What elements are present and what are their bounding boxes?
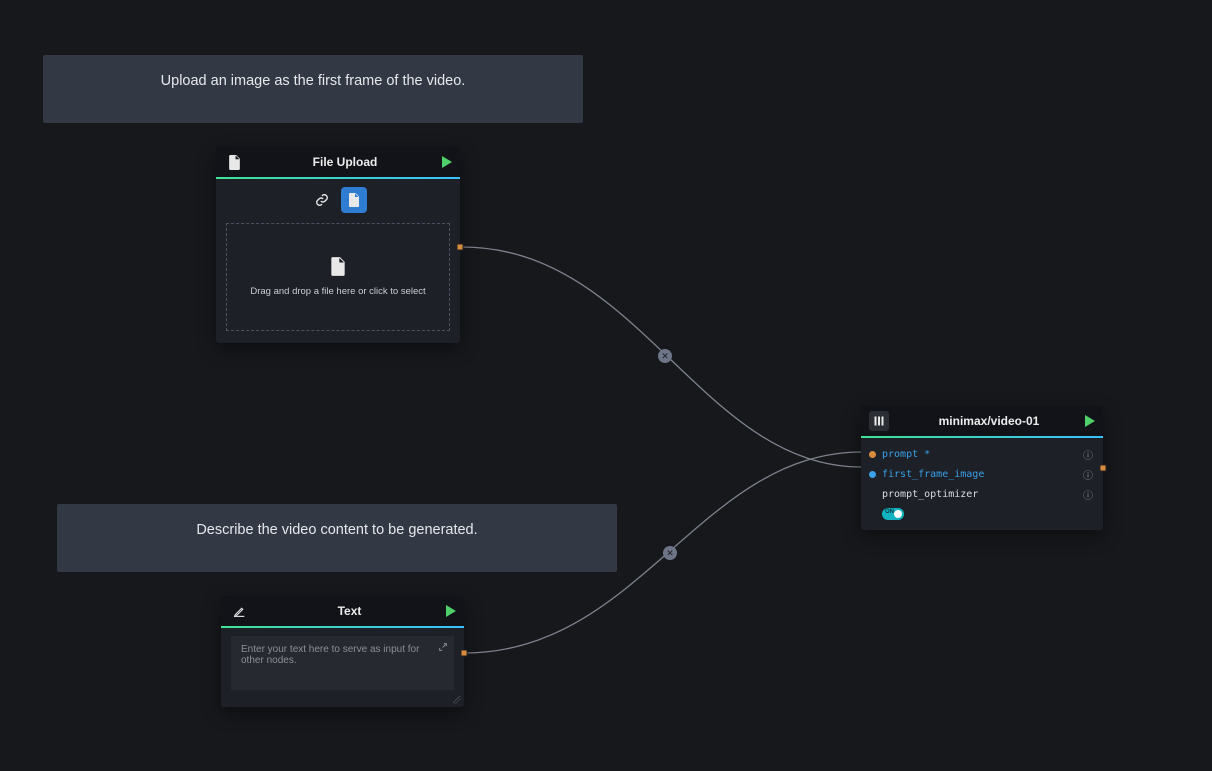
info-icon[interactable]: ⓘ (1083, 467, 1095, 482)
file-icon (224, 152, 244, 172)
dropzone-text: Drag and drop a file here or click to se… (250, 286, 425, 297)
output-port-file[interactable] (457, 244, 464, 251)
node-text[interactable]: Text (221, 596, 464, 707)
param-prompt-optimizer: prompt_optimizer ⓘ (869, 486, 1095, 502)
node-text-title: Text (253, 604, 446, 618)
node-model-header[interactable]: minimax/video-01 (861, 406, 1103, 438)
edit-icon (229, 601, 249, 621)
node-file-upload-header[interactable]: File Upload (216, 147, 460, 179)
comment-describe-text: Describe the video content to be generat… (196, 522, 477, 538)
toggle-prompt-optimizer[interactable]: ON (882, 508, 904, 520)
edge-delete-1[interactable]: ✕ (658, 349, 672, 363)
output-port-model[interactable] (1100, 465, 1107, 472)
info-icon[interactable]: ⓘ (1083, 487, 1095, 502)
info-icon[interactable]: ⓘ (1083, 447, 1095, 462)
expand-icon[interactable] (438, 642, 448, 655)
tab-file[interactable] (341, 187, 367, 213)
edge-delete-2[interactable]: ✕ (663, 546, 677, 560)
param-list: prompt * ⓘ first_frame_image ⓘ prompt_op… (861, 438, 1103, 530)
node-file-upload-title: File Upload (248, 155, 442, 169)
param-prompt[interactable]: prompt * ⓘ (869, 446, 1095, 462)
file-icon (330, 257, 346, 276)
node-file-upload[interactable]: File Upload Drag and drop a file here or… (216, 147, 460, 343)
param-optimizer-label: prompt_optimizer (882, 489, 978, 500)
node-model-title: minimax/video-01 (893, 414, 1085, 428)
resize-handle[interactable] (453, 696, 461, 704)
param-first-frame-image[interactable]: first_frame_image ⓘ (869, 466, 1095, 482)
text-input[interactable] (231, 636, 454, 690)
node-model[interactable]: minimax/video-01 prompt * ⓘ first_frame_… (861, 406, 1103, 530)
input-port-first-frame[interactable] (869, 471, 876, 478)
node-text-header[interactable]: Text (221, 596, 464, 628)
model-icon (869, 411, 889, 431)
input-port-prompt[interactable] (869, 451, 876, 458)
param-first-frame-label[interactable]: first_frame_image (882, 469, 984, 480)
tab-url[interactable] (309, 187, 335, 213)
file-upload-tabs (216, 179, 460, 219)
param-prompt-label[interactable]: prompt * (882, 449, 930, 460)
run-button[interactable] (446, 605, 456, 617)
comment-describe: Describe the video content to be generat… (57, 504, 617, 572)
run-button[interactable] (442, 156, 452, 168)
output-port-text[interactable] (461, 650, 468, 657)
comment-upload: Upload an image as the first frame of th… (43, 55, 583, 123)
run-button[interactable] (1085, 415, 1095, 427)
dropzone[interactable]: Drag and drop a file here or click to se… (226, 223, 450, 331)
comment-upload-text: Upload an image as the first frame of th… (161, 73, 466, 89)
